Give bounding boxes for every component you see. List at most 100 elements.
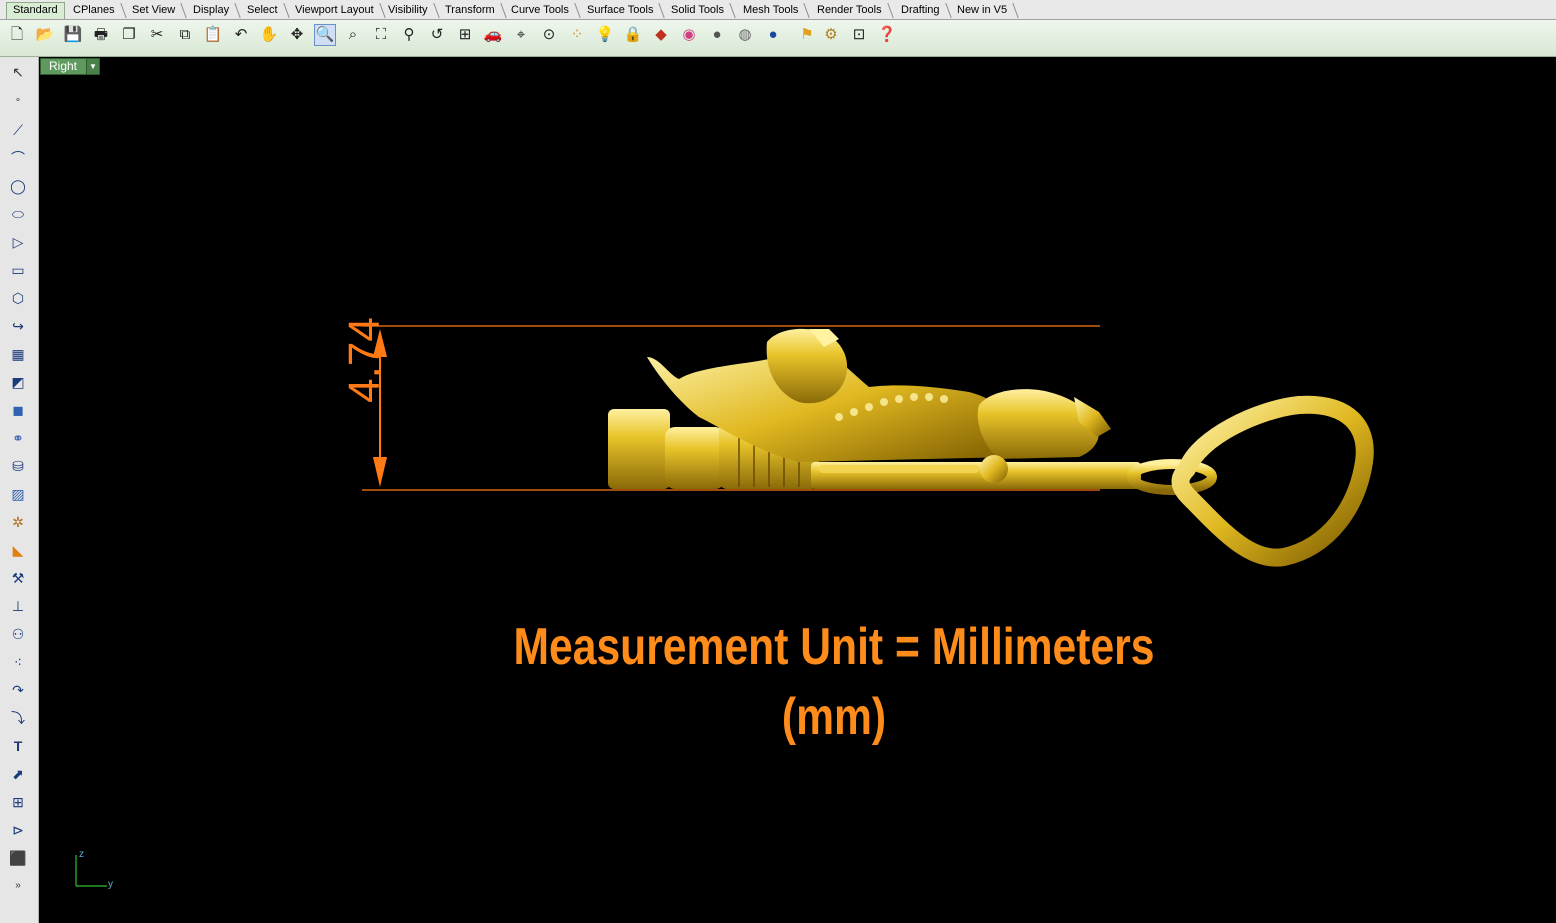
- select-arrow-icon[interactable]: ↖: [7, 61, 29, 83]
- analyze-icon[interactable]: ◣: [7, 539, 29, 561]
- tab-label: Drafting: [901, 4, 940, 16]
- pan-hand-icon[interactable]: ✋: [258, 24, 280, 46]
- mesh-icon[interactable]: ▨: [7, 483, 29, 505]
- polyline-icon[interactable]: ⟋: [7, 119, 29, 141]
- blocks-icon[interactable]: ⊳: [7, 819, 29, 841]
- transform-icon[interactable]: ✲: [7, 511, 29, 533]
- zoom-extents-icon[interactable]: ⛶: [370, 24, 392, 46]
- tab-curve-tools[interactable]: Curve Tools: [505, 3, 581, 18]
- axis-indicator: z y: [69, 847, 119, 902]
- zoom-dynamic-icon[interactable]: 🔍: [314, 24, 336, 46]
- render-box-icon[interactable]: ⬛: [7, 847, 29, 869]
- new-icon[interactable]: 🗋: [6, 24, 28, 46]
- curve-icon[interactable]: ⌒: [7, 147, 29, 169]
- dimension-arrow-down: [373, 457, 387, 487]
- save-icon[interactable]: 💾: [62, 24, 84, 46]
- tab-new-in-v5[interactable]: New in V5: [951, 3, 1019, 18]
- tab-render-tools[interactable]: Render Tools: [811, 3, 894, 18]
- color-wheel-icon[interactable]: ◉: [678, 24, 700, 46]
- render-sphere-icon[interactable]: ●: [762, 24, 784, 46]
- undo-view-icon[interactable]: ↺: [426, 24, 448, 46]
- tab-select[interactable]: Select: [241, 3, 290, 18]
- tab-label: CPlanes: [73, 4, 115, 16]
- tab-set-view[interactable]: Set View: [126, 3, 187, 18]
- print-icon[interactable]: 🖶: [90, 24, 112, 46]
- array-icon[interactable]: ⊞: [7, 791, 29, 813]
- point-icon[interactable]: ∘: [7, 90, 29, 112]
- main-left-toolbar: ↖ ∘ ⟋ ⌒ ◯ ⬭ ▷ ▭ ⬡ ↪ ▦ ◩ ◼ ⚭ ⛁ ▨ ✲ ◣ ⚒ ⊥ …: [0, 57, 39, 923]
- boolean-icon[interactable]: ⚭: [7, 427, 29, 449]
- offset-icon[interactable]: ⤵: [7, 707, 29, 729]
- ellipse-icon[interactable]: ⬭: [7, 203, 29, 225]
- grid-snap-icon[interactable]: ⊙: [538, 24, 560, 46]
- viewport-right[interactable]: Right ▼ 4.74 Measurement Unit = Millimet…: [39, 57, 1556, 923]
- shade-icon[interactable]: ●: [706, 24, 728, 46]
- tab-drafting[interactable]: Drafting: [895, 3, 952, 18]
- dimension-value: 4.74: [340, 317, 389, 403]
- tab-label: Solid Tools: [671, 4, 724, 16]
- select-filter-icon[interactable]: ⚑: [796, 24, 818, 46]
- tab-mesh-tools[interactable]: Mesh Tools: [737, 3, 811, 18]
- join-icon[interactable]: ⊥: [7, 595, 29, 617]
- tab-label: New in V5: [957, 4, 1008, 16]
- circle-icon[interactable]: ◯: [7, 175, 29, 197]
- arc-icon[interactable]: ⬡: [7, 287, 29, 309]
- tab-label: Visibility: [388, 4, 428, 16]
- four-viewports-icon[interactable]: ⊞: [454, 24, 476, 46]
- import-icon[interactable]: ❐: [118, 24, 140, 46]
- cylinder-icon[interactable]: ⛁: [7, 455, 29, 477]
- surface-icon[interactable]: ▦: [7, 343, 29, 365]
- tab-viewport-layout[interactable]: Viewport Layout: [289, 3, 386, 18]
- solid-edit-icon[interactable]: ⁖: [7, 651, 29, 673]
- tab-standard[interactable]: Standard: [6, 2, 65, 19]
- fillet-icon[interactable]: ↪: [7, 315, 29, 337]
- command-tab-bar: Standard CPlanes Set View Display Select…: [0, 0, 1556, 20]
- points-icon[interactable]: ⁘: [566, 24, 588, 46]
- zoom-window-icon[interactable]: ⌕: [342, 24, 364, 46]
- gold-pendant-model[interactable]: [608, 328, 1374, 567]
- light-icon[interactable]: 💡: [594, 24, 616, 46]
- measurement-unit-caption: Measurement Unit = Millimeters (mm): [513, 618, 1155, 746]
- curve-from-object-icon[interactable]: ↷: [7, 679, 29, 701]
- tab-display[interactable]: Display: [187, 3, 241, 18]
- copy-icon[interactable]: ⧉: [174, 24, 196, 46]
- tab-label: Mesh Tools: [743, 4, 799, 16]
- lock-icon[interactable]: 🔒: [622, 24, 644, 46]
- group-icon[interactable]: ⚇: [7, 623, 29, 645]
- help-icon[interactable]: ❓: [876, 24, 898, 46]
- zoom-selected-icon[interactable]: ⚲: [398, 24, 420, 46]
- text-icon[interactable]: T: [7, 735, 29, 757]
- polygon-icon[interactable]: ▷: [7, 231, 29, 253]
- axis-z-label: z: [79, 849, 84, 860]
- tab-label: Select: [247, 4, 278, 16]
- paste-icon[interactable]: 📋: [202, 24, 224, 46]
- box-icon[interactable]: ◼: [7, 399, 29, 421]
- tab-solid-tools[interactable]: Solid Tools: [665, 3, 736, 18]
- tab-transform[interactable]: Transform: [439, 3, 507, 18]
- snap-icon[interactable]: ⬈: [7, 763, 29, 785]
- rotate-view-icon[interactable]: ✥: [286, 24, 308, 46]
- extrude-icon[interactable]: ◩: [7, 371, 29, 393]
- car-icon[interactable]: 🚗: [482, 24, 504, 46]
- tab-label: Display: [193, 4, 230, 16]
- tab-label: Curve Tools: [511, 4, 569, 16]
- axis-y-label: y: [108, 879, 113, 890]
- edit-points-icon[interactable]: ⚒: [7, 567, 29, 589]
- options-icon[interactable]: ⚙: [820, 24, 842, 46]
- dimension-icon[interactable]: ⊡: [848, 24, 870, 46]
- tab-label: Render Tools: [817, 4, 882, 16]
- cut-icon[interactable]: ✂: [146, 24, 168, 46]
- open-icon[interactable]: 📂: [34, 24, 56, 46]
- tab-label: Standard: [13, 4, 58, 16]
- tab-label: Viewport Layout: [295, 4, 374, 16]
- layer-icon[interactable]: ◆: [650, 24, 672, 46]
- tab-label: Surface Tools: [587, 4, 654, 16]
- osnap-icon[interactable]: ⌖: [510, 24, 532, 46]
- undo-icon[interactable]: ↶: [230, 24, 252, 46]
- tab-visibility[interactable]: Visibility: [382, 3, 440, 18]
- rectangle-icon[interactable]: ▭: [7, 259, 29, 281]
- more-icon[interactable]: »: [7, 875, 29, 897]
- tab-cplanes[interactable]: CPlanes: [67, 3, 127, 18]
- tab-surface-tools[interactable]: Surface Tools: [581, 3, 666, 18]
- rendered-icon[interactable]: ◍: [734, 24, 756, 46]
